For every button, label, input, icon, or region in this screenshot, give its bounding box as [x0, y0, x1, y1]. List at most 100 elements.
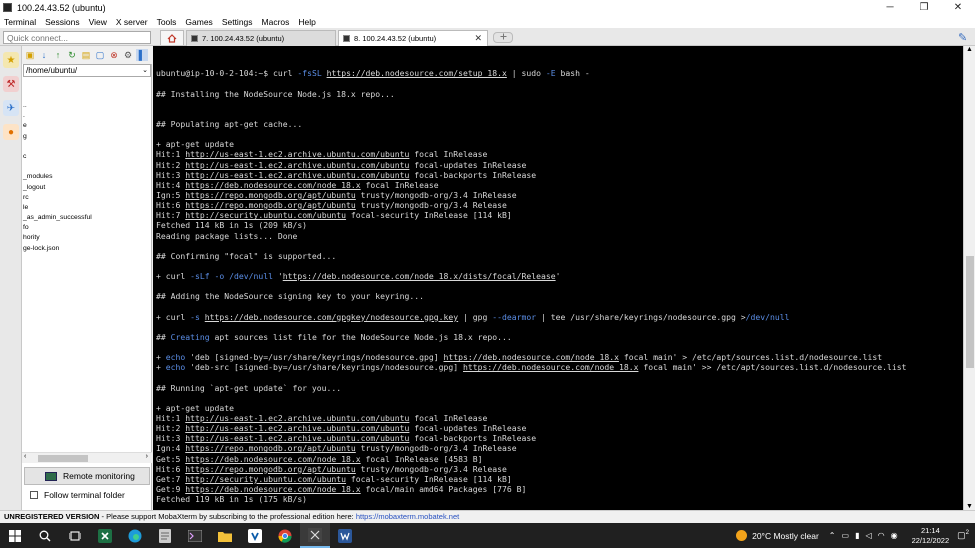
window-title: 100.24.43.52 (ubuntu): [17, 2, 106, 13]
folder-up-icon[interactable]: ▣: [24, 49, 36, 61]
vscode-icon[interactable]: [240, 523, 270, 548]
new-file-icon[interactable]: ▢: [94, 49, 106, 61]
file-item[interactable]: c: [22, 152, 152, 162]
file-item[interactable]: [22, 162, 152, 172]
minimize-button[interactable]: ─: [873, 2, 907, 13]
maximize-button[interactable]: ❐: [907, 2, 941, 13]
edge-icon[interactable]: [120, 523, 150, 548]
session-tab-8[interactable]: 8. 100.24.43.52 (ubuntu) ✕: [338, 30, 488, 46]
menu-games[interactable]: Games: [185, 17, 212, 27]
menu-sessions[interactable]: Sessions: [45, 17, 80, 27]
scroll-left-icon[interactable]: ‹: [24, 453, 26, 460]
notification-center-icon[interactable]: ▢2: [957, 530, 969, 541]
tab-close-icon[interactable]: ✕: [474, 33, 482, 44]
support-message: - Please support MobaXterm by subscribin…: [99, 512, 356, 521]
menu-help[interactable]: Help: [298, 17, 315, 27]
download-icon[interactable]: ↓: [38, 49, 50, 61]
mobatek-link[interactable]: https://mobaxterm.mobatek.net: [356, 512, 459, 521]
sidebar-toolbar: ▣ ↓ ↑ ↻ ▤ ▢ ⊗ ⚙ ▌: [22, 46, 152, 64]
apt-line: Hit:1 http://us-east-1.ec2.archive.ubunt…: [156, 149, 488, 160]
follow-terminal-label: Follow terminal folder: [44, 490, 125, 500]
terminal-line: Reading package lists... Done: [156, 230, 298, 241]
apt-line: Hit:6 https://repo.mongodb.org/apt/ubunt…: [156, 463, 507, 474]
file-item[interactable]: _logout: [22, 183, 152, 193]
refresh-icon[interactable]: ↻: [66, 49, 78, 61]
word-icon[interactable]: [330, 523, 360, 548]
file-item[interactable]: e: [22, 121, 152, 131]
wifi-icon[interactable]: ◠: [878, 531, 885, 540]
excel-icon[interactable]: [90, 523, 120, 548]
file-item[interactable]: le: [22, 203, 152, 213]
quick-connect-input[interactable]: [3, 31, 151, 44]
menu-tools[interactable]: Tools: [157, 17, 177, 27]
attach-clip-icon[interactable]: ✎: [958, 31, 967, 44]
file-explorer-icon[interactable]: [210, 523, 240, 548]
sidebar-horizontal-scrollbar[interactable]: ‹ ›: [22, 452, 152, 463]
scroll-right-icon[interactable]: ›: [146, 453, 148, 460]
volume-icon[interactable]: ◁: [865, 531, 871, 540]
menu-macros[interactable]: Macros: [262, 17, 290, 27]
follow-terminal-checkbox[interactable]: [30, 491, 38, 499]
tools-icon[interactable]: ⚒: [3, 76, 19, 92]
macros-icon[interactable]: ●: [3, 124, 19, 140]
scroll-thumb[interactable]: [38, 455, 88, 462]
current-path: /home/ubuntu/: [26, 66, 78, 75]
windows-start-icon[interactable]: [0, 523, 30, 548]
new-folder-icon[interactable]: ▤: [80, 49, 92, 61]
notification-count: 2: [965, 530, 969, 536]
star-icon[interactable]: ★: [3, 52, 19, 68]
terminal-tab-icon: [191, 35, 198, 42]
session-tab-7[interactable]: 7. 100.24.43.52 (ubuntu): [186, 30, 336, 46]
terminal-output[interactable]: ubuntu@ip-10-0-2-104:~$ curl -fsSL https…: [153, 46, 963, 510]
terminal-tab-icon: [343, 35, 350, 42]
search-icon[interactable]: [30, 523, 60, 548]
file-item[interactable]: _as_admin_successful: [22, 213, 152, 223]
menu-x-server[interactable]: X server: [116, 17, 148, 27]
upload-icon[interactable]: ↑: [52, 49, 64, 61]
delete-icon[interactable]: ⊗: [108, 49, 120, 61]
remote-monitoring-button[interactable]: Remote monitoring: [24, 467, 150, 485]
file-item[interactable]: fo: [22, 223, 152, 233]
chevron-down-icon[interactable]: ⌄: [142, 65, 148, 76]
menu-view[interactable]: View: [89, 17, 107, 27]
file-item[interactable]: .: [22, 111, 152, 121]
file-item[interactable]: _modules: [22, 172, 152, 182]
chrome-icon[interactable]: [270, 523, 300, 548]
close-button[interactable]: ✕: [941, 2, 975, 13]
battery-icon[interactable]: ▮: [855, 531, 859, 540]
new-tab-button[interactable]: [493, 32, 513, 43]
menu-settings[interactable]: Settings: [222, 17, 253, 27]
menu-terminal[interactable]: Terminal: [4, 17, 36, 27]
file-item[interactable]: hority: [22, 233, 152, 243]
network-icon[interactable]: ▭: [842, 531, 850, 540]
scroll-up-icon[interactable]: ▲: [966, 46, 973, 53]
apt-line: Get:7 http://security.ubuntu.com/ubuntu …: [156, 473, 512, 484]
windows-taskbar: 20°C Mostly clear ⌃ ▭ ▮ ◁ ◠ ◉ 21:14 22/1…: [0, 523, 975, 548]
notes-icon[interactable]: [150, 523, 180, 548]
weather-widget[interactable]: 20°C Mostly clear: [736, 530, 819, 541]
mobaxterm-taskbar-icon[interactable]: [300, 523, 330, 548]
cloud-sync-icon[interactable]: ◉: [891, 531, 898, 540]
terminal-vertical-scrollbar[interactable]: ▲ ▼: [963, 46, 975, 510]
terminal-app-icon[interactable]: [180, 523, 210, 548]
file-item[interactable]: ..: [22, 101, 152, 111]
file-item[interactable]: rc: [22, 193, 152, 203]
path-selector[interactable]: /home/ubuntu/ ⌄: [23, 64, 151, 77]
file-item[interactable]: ge-lock.json: [22, 244, 152, 254]
task-view-icon[interactable]: [60, 523, 90, 548]
properties-icon[interactable]: ⚙: [122, 49, 134, 61]
chevron-up-icon[interactable]: ⌃: [829, 531, 836, 540]
file-item[interactable]: [22, 142, 152, 152]
taskbar-clock[interactable]: 21:14 22/12/2022: [912, 526, 950, 546]
sftp-icon[interactable]: ✈: [3, 100, 19, 116]
scroll-thumb[interactable]: [966, 256, 974, 368]
file-item[interactable]: g: [22, 132, 152, 142]
home-tab[interactable]: [160, 30, 184, 45]
follow-terminal-folder[interactable]: Follow terminal folder: [30, 490, 125, 500]
scroll-down-icon[interactable]: ▼: [966, 503, 973, 510]
toggle-panel-icon[interactable]: ▌: [136, 49, 148, 61]
